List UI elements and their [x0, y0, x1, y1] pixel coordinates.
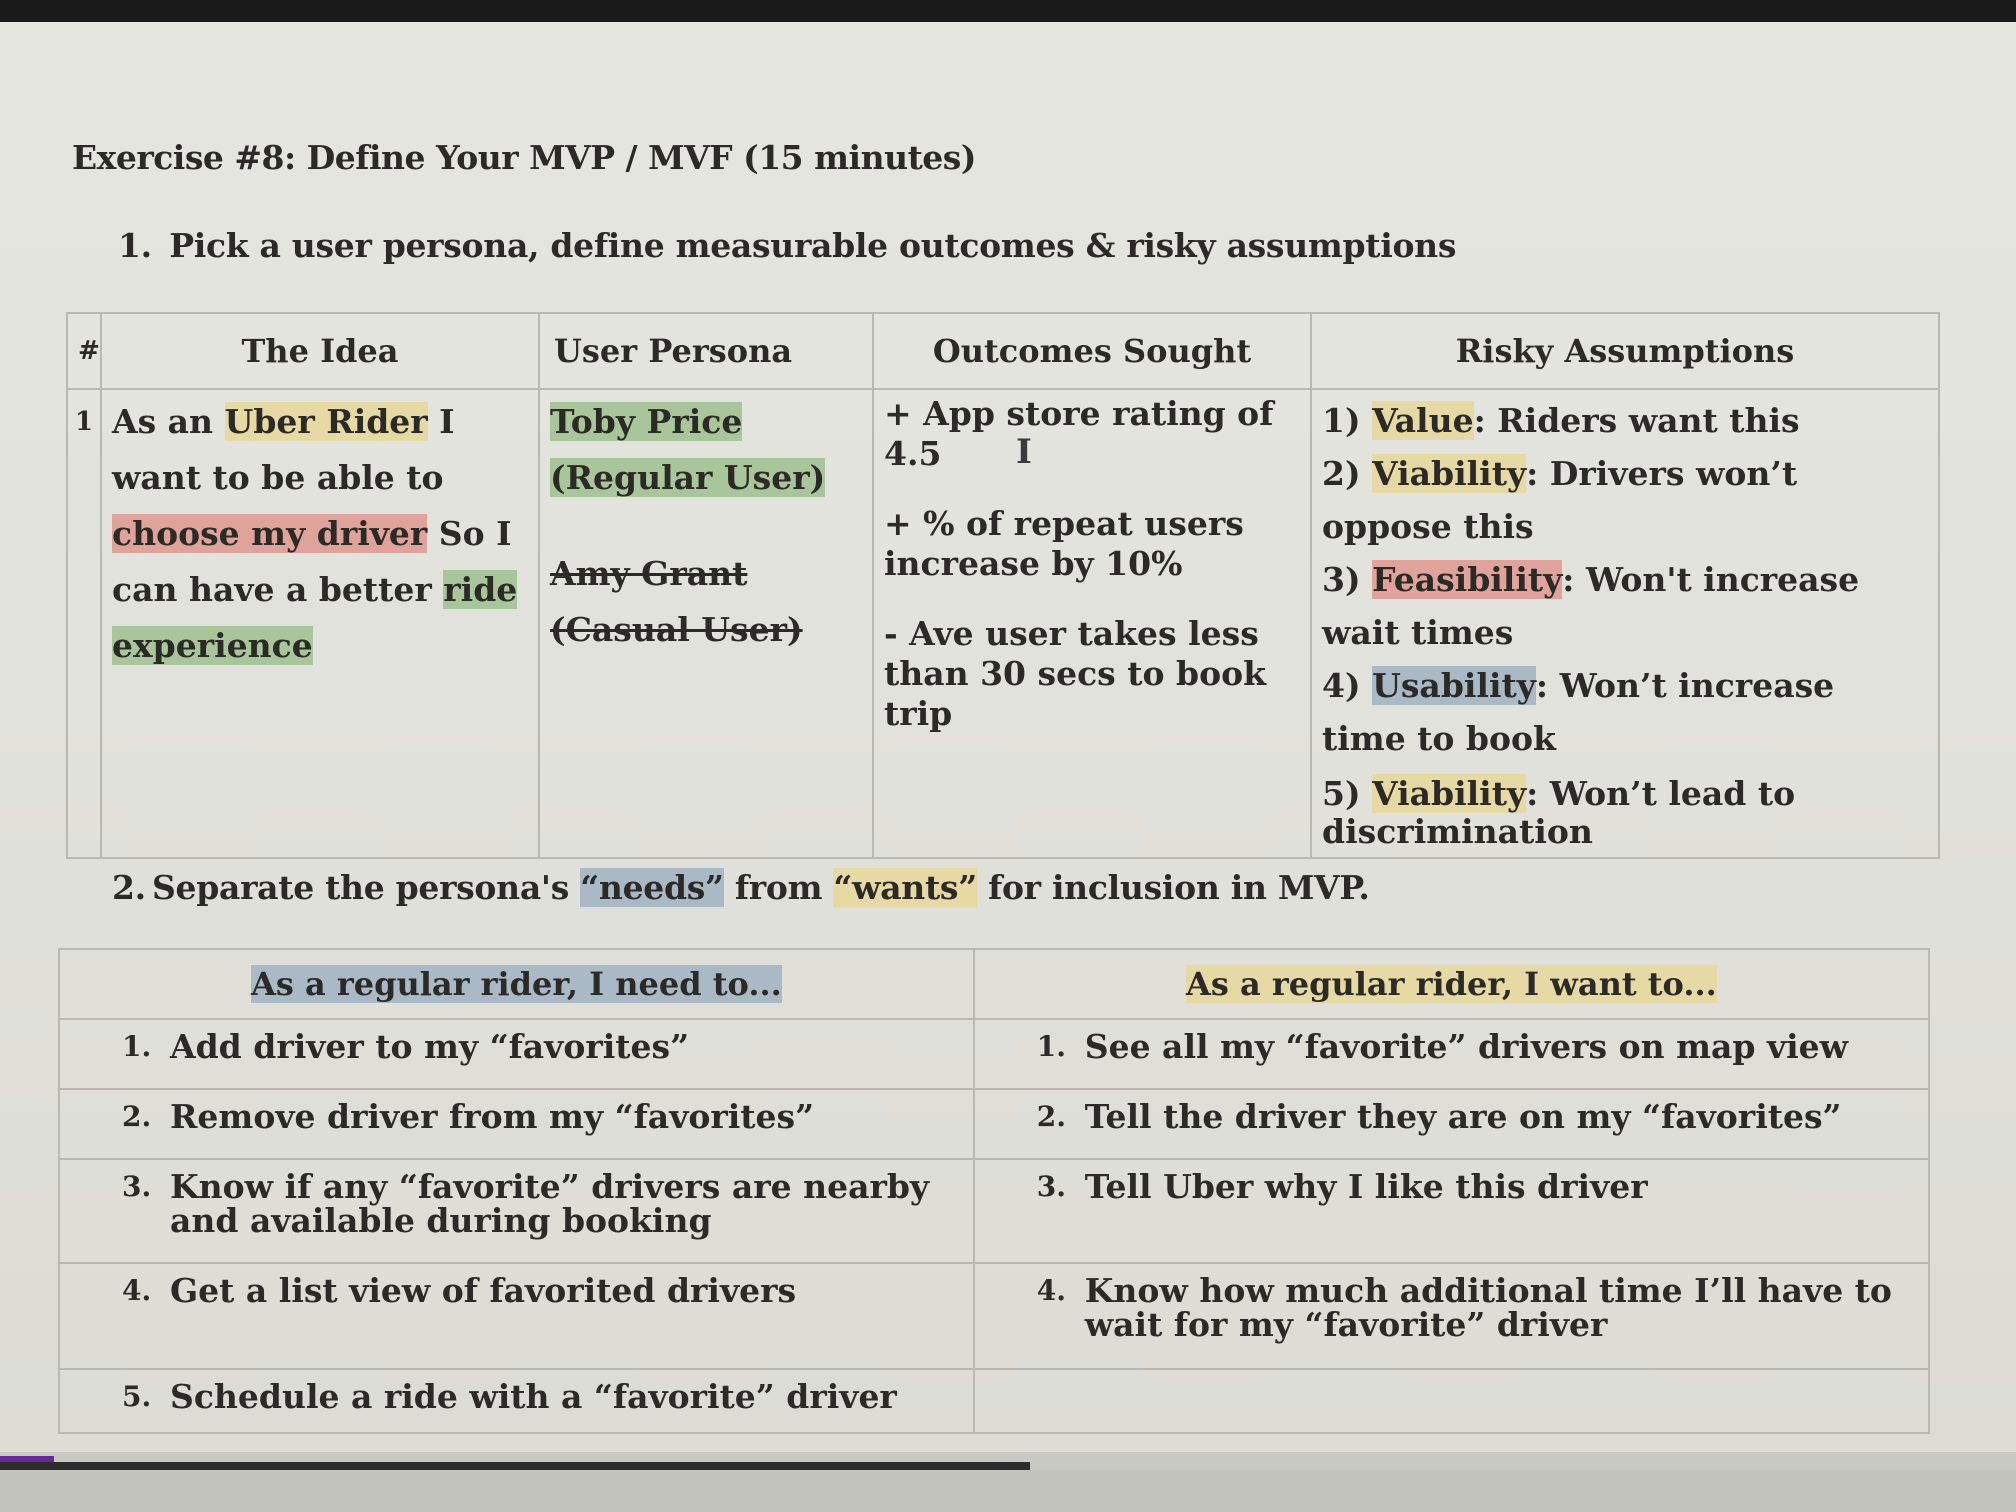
need-number: 2.	[122, 1100, 152, 1133]
risk-item: 2) Viability: Drivers won’t oppose this	[1322, 447, 1928, 553]
need-item: 3. Know if any “favorite” drivers are nea…	[58, 1158, 975, 1264]
table-row: 3. Know if any “favorite” drivers are nea…	[58, 1158, 1931, 1264]
header-outcomes: Outcomes Sought	[872, 312, 1312, 390]
need-text: Know if any “favorite” drivers are nearb…	[170, 1167, 930, 1240]
need-number: 4.	[122, 1274, 152, 1307]
want-number: 4.	[1036, 1274, 1066, 1307]
risk-item: 3) Feasibility: Won't increase wait time…	[1322, 553, 1928, 659]
needs-header: As a regular rider, I need to...	[58, 948, 975, 1020]
want-item: 3. Tell Uber why I like this driver	[972, 1158, 1931, 1264]
need-item: 2. Remove driver from my “favorites”	[58, 1088, 975, 1160]
step-2-number: 2.	[112, 868, 146, 907]
need-text: Schedule a ride with a “favorite” driver	[170, 1377, 897, 1416]
step-1-number: 1.	[118, 226, 152, 265]
idea-text: As an	[112, 402, 225, 441]
risk-label: Viability	[1372, 454, 1527, 493]
outcomes-cell: + App store rating of 4.5 + % of repeat …	[872, 388, 1312, 859]
risks-cell: 1) Value: Riders want this 2) Viability:…	[1310, 388, 1940, 859]
risk-number: 4)	[1322, 666, 1361, 705]
need-number: 3.	[122, 1170, 152, 1203]
needs-header-text: As a regular rider, I need to...	[250, 965, 782, 1003]
step-2-text: for inclusion in MVP.	[976, 868, 1370, 907]
need-item: 5. Schedule a ride with a “favorite” driv…	[58, 1368, 975, 1434]
step-1-instruction: 1. Pick a user persona, define measurabl…	[118, 226, 1456, 265]
persona-selected: Toby Price (Regular User)	[550, 402, 826, 497]
need-item: 4. Get a list view of favorited drivers	[58, 1262, 975, 1370]
want-number: 1.	[1036, 1030, 1066, 1063]
step-2-text: from	[723, 868, 834, 907]
idea-highlight-choose: choose my driver	[112, 514, 428, 553]
screen-bottom-edge	[0, 1470, 2016, 1512]
risk-number: 3)	[1322, 560, 1361, 599]
header-idea: The Idea	[100, 312, 540, 390]
step-2-wants: “wants”	[833, 868, 977, 907]
persona-cell: Toby Price (Regular User) Amy Grant (Cas…	[538, 388, 874, 859]
want-text: Tell the driver they are on my “favorite…	[1084, 1097, 1842, 1136]
risk-item: 5) Viability: Won’t lead to discriminati…	[1322, 774, 1928, 851]
wants-header-text: As a regular rider, I want to...	[1186, 965, 1717, 1003]
risk-number: 1)	[1322, 401, 1361, 440]
idea-highlight-rider: Uber Rider	[224, 402, 428, 441]
risk-item: 1) Value: Riders want this	[1322, 394, 1928, 447]
persona-table-header-row: # The Idea User Persona Outcomes Sought …	[66, 312, 1940, 390]
want-item: 4. Know how much additional time I’ll hav…	[972, 1262, 1931, 1370]
risk-label: Viability	[1372, 774, 1527, 813]
screen-top-edge	[0, 0, 2016, 22]
need-item: 1. Add driver to my “favorites”	[58, 1018, 975, 1090]
step-2-text: Separate the persona's	[152, 868, 581, 907]
needs-wants-table: As a regular rider, I need to... As a re…	[58, 948, 1931, 1434]
want-item: 2. Tell the driver they are on my “favori…	[972, 1088, 1931, 1160]
table-row: 1. Add driver to my “favorites” 1. See all…	[58, 1018, 1931, 1090]
risk-number: 2)	[1322, 454, 1361, 493]
table-row: 4. Get a list view of favorited drivers 4…	[58, 1262, 1931, 1370]
risk-number: 5)	[1322, 774, 1361, 813]
needs-wants-header-row: As a regular rider, I need to... As a re…	[58, 948, 1931, 1020]
persona-table: # The Idea User Persona Outcomes Sought …	[66, 312, 1940, 859]
need-text: Add driver to my “favorites”	[170, 1027, 690, 1066]
persona-struck: Amy Grant (Casual User)	[550, 554, 803, 649]
risk-item: 4) Usability: Won’t increase time to boo…	[1322, 659, 1928, 765]
need-number: 5.	[122, 1380, 152, 1413]
table-row: 2. Remove driver from my “favorites” 2. Te…	[58, 1088, 1931, 1160]
idea-cell: As an Uber Rider I want to be able to ch…	[100, 388, 540, 859]
want-text: See all my “favorite” drivers on map vie…	[1084, 1027, 1849, 1066]
want-item: 1. See all my “favorite” drivers on map v…	[972, 1018, 1931, 1090]
text-cursor-icon: I	[1016, 432, 1032, 472]
want-item-empty	[972, 1368, 1931, 1434]
risk-label: Value	[1372, 401, 1474, 440]
outcome-item: + % of repeat users increase by 10%	[884, 504, 1244, 583]
exercise-heading: Exercise #8: Define Your MVP / MVF (15 m…	[72, 138, 977, 177]
header-persona: User Persona	[538, 312, 874, 390]
risk-label: Feasibility	[1372, 560, 1563, 599]
risk-label: Usability	[1372, 666, 1536, 705]
outcome-item: - Ave user takes less than 30 secs to bo…	[884, 614, 1266, 733]
want-number: 3.	[1036, 1170, 1066, 1203]
header-num: #	[66, 312, 102, 390]
wants-header: As a regular rider, I want to...	[972, 948, 1931, 1020]
need-text: Get a list view of favorited drivers	[170, 1271, 797, 1310]
step-2-instruction: 2. Separate the persona's “needs” from “w…	[112, 868, 1370, 907]
step-2-needs: “needs”	[580, 868, 724, 907]
need-text: Remove driver from my “favorites”	[170, 1097, 815, 1136]
risk-text: : Riders want this	[1473, 401, 1800, 440]
want-text: Know how much additional time I’ll have …	[1084, 1271, 1892, 1344]
outcome-item: + App store rating of 4.5	[884, 394, 1274, 473]
want-number: 2.	[1036, 1100, 1066, 1133]
table-row: 5. Schedule a ride with a “favorite” driv…	[58, 1368, 1931, 1434]
header-risks: Risky Assumptions	[1310, 312, 1940, 390]
row-number: 1	[66, 388, 102, 859]
want-text: Tell Uber why I like this driver	[1084, 1167, 1648, 1206]
persona-table-row: 1 As an Uber Rider I want to be able to …	[66, 388, 1940, 859]
need-number: 1.	[122, 1030, 152, 1063]
step-1-text: Pick a user persona, define measurable o…	[169, 226, 1457, 265]
